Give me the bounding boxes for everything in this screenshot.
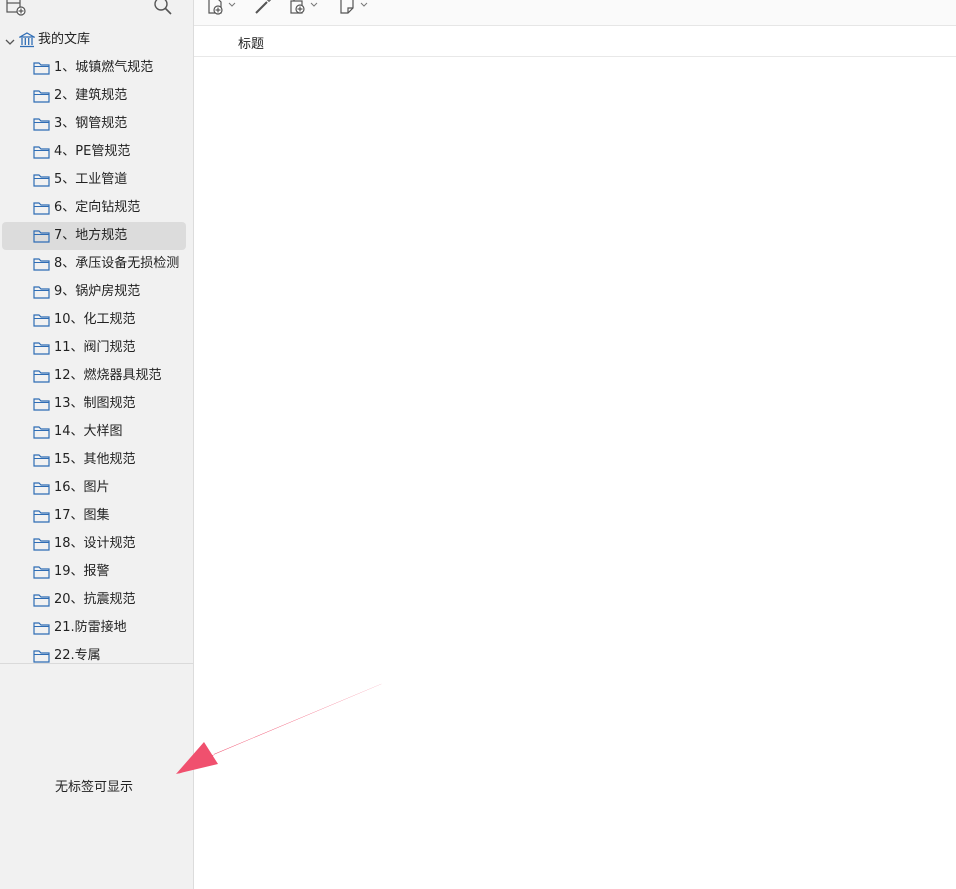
collection-folder-item[interactable]: 16、图片 xyxy=(2,474,186,502)
collection-folder-item[interactable]: 4、PE管规范 xyxy=(2,138,186,166)
folder-label: 5、工业管道 xyxy=(54,172,128,187)
folder-icon xyxy=(33,173,50,191)
folder-icon xyxy=(33,257,50,275)
folder-icon xyxy=(33,201,50,219)
folder-label: 7、地方规范 xyxy=(54,228,128,243)
collection-folder-item[interactable]: 2、建筑规范 xyxy=(2,82,186,110)
folder-icon xyxy=(33,341,50,359)
folder-icon xyxy=(33,453,50,471)
folder-label: 15、其他规范 xyxy=(54,452,136,467)
folder-icon xyxy=(33,537,50,555)
folder-label: 10、化工规范 xyxy=(54,312,136,327)
magic-wand-icon[interactable] xyxy=(252,0,276,16)
collection-folder-item[interactable]: 18、设计规范 xyxy=(2,530,186,558)
folder-icon xyxy=(33,369,50,387)
items-list[interactable] xyxy=(194,57,956,889)
folder-icon xyxy=(33,313,50,331)
column-title-header[interactable]: 标题 xyxy=(238,33,264,52)
folder-label: 14、大样图 xyxy=(54,424,123,439)
folder-icon xyxy=(33,397,50,415)
folder-icon xyxy=(33,621,50,639)
zotero-window: 我的文库 1、城镇燃气规范 2、建筑规范 3、钢管规范 4、PE管规范 5、工业管道 6、… xyxy=(0,0,956,889)
collection-folder-item[interactable]: 5、工业管道 xyxy=(2,166,186,194)
folder-icon xyxy=(33,481,50,499)
folder-label: 13、制图规范 xyxy=(54,396,136,411)
folder-label: 19、报警 xyxy=(54,564,110,579)
library-label: 我的文库 xyxy=(38,32,91,47)
folder-icon xyxy=(33,117,50,135)
folder-icon xyxy=(33,593,50,611)
folder-label: 1、城镇燃气规范 xyxy=(54,60,154,75)
new-note-button[interactable] xyxy=(338,0,372,16)
collection-folder-item[interactable]: 1、城镇燃气规范 xyxy=(2,54,186,82)
folder-label: 18、设计规范 xyxy=(54,536,136,551)
collections-sidebar: 我的文库 1、城镇燃气规范 2、建筑规范 3、钢管规范 4、PE管规范 5、工业管道 6、… xyxy=(0,0,194,889)
new-library-icon[interactable] xyxy=(5,0,27,20)
collection-folder-item[interactable]: 17、图集 xyxy=(2,502,186,530)
folder-icon xyxy=(33,565,50,583)
collection-folder-item[interactable]: 20、抗震规范 xyxy=(2,586,186,614)
new-item-button[interactable] xyxy=(206,0,240,16)
items-column-header: 标题 xyxy=(194,26,956,57)
sidebar-toolbar xyxy=(0,0,193,22)
folder-label: 6、定向钻规范 xyxy=(54,200,141,215)
folder-label: 17、图集 xyxy=(54,508,110,523)
folder-icon xyxy=(33,145,50,163)
folder-label: 21.防雷接地 xyxy=(54,620,127,635)
folder-label: 11、阀门规范 xyxy=(54,340,136,355)
folder-icon xyxy=(33,61,50,79)
collection-folder-item[interactable]: 13、制图规范 xyxy=(2,390,186,418)
collection-folder-item[interactable]: 10、化工规范 xyxy=(2,306,186,334)
items-toolbar xyxy=(194,0,956,26)
chevron-down-icon[interactable] xyxy=(5,35,15,50)
collection-folder-item[interactable]: 15、其他规范 xyxy=(2,446,186,474)
collection-folder-item[interactable]: 3、钢管规范 xyxy=(2,110,186,138)
collection-folder-item[interactable]: 8、承压设备无损检测 xyxy=(2,250,186,278)
folder-icon xyxy=(33,285,50,303)
folder-label: 16、图片 xyxy=(54,480,110,495)
collection-folder-item[interactable]: 12、燃烧器具规范 xyxy=(2,362,186,390)
folder-icon xyxy=(33,89,50,107)
folder-label: 4、PE管规范 xyxy=(54,144,131,159)
collection-folder-item[interactable]: 21.防雷接地 xyxy=(2,614,186,642)
folder-icon xyxy=(33,649,50,664)
folder-label: 22.专属 xyxy=(54,648,101,663)
collection-folder-item[interactable]: 7、地方规范 xyxy=(2,222,186,250)
collection-folder-item[interactable]: 9、锅炉房规范 xyxy=(2,278,186,306)
folder-label: 2、建筑规范 xyxy=(54,88,128,103)
collection-folder-item[interactable]: 19、报警 xyxy=(2,558,186,586)
collection-folder-item[interactable]: 11、阀门规范 xyxy=(2,334,186,362)
collection-folder-item[interactable]: 14、大样图 xyxy=(2,418,186,446)
folder-icon xyxy=(33,509,50,527)
collection-folder-item[interactable]: 22.专属 xyxy=(2,642,186,664)
folder-label: 20、抗震规范 xyxy=(54,592,136,607)
library-icon xyxy=(17,32,37,52)
collection-tree: 我的文库 1、城镇燃气规范 2、建筑规范 3、钢管规范 4、PE管规范 5、工业管道 6、… xyxy=(0,26,193,664)
add-attachment-button[interactable] xyxy=(288,0,322,16)
folder-label: 9、锅炉房规范 xyxy=(54,284,141,299)
tag-selector-empty-text: 无标签可显示 xyxy=(54,780,133,795)
my-library-row[interactable]: 我的文库 xyxy=(0,26,193,54)
folder-label: 8、承压设备无损检测 xyxy=(54,256,180,271)
folder-icon xyxy=(33,229,50,247)
folder-label: 12、燃烧器具规范 xyxy=(54,368,162,383)
tag-pane-divider[interactable] xyxy=(0,663,193,664)
collection-folder-item[interactable]: 6、定向钻规范 xyxy=(2,194,186,222)
search-icon[interactable] xyxy=(153,0,173,20)
folder-icon xyxy=(33,425,50,443)
folder-label: 3、钢管规范 xyxy=(54,116,128,131)
